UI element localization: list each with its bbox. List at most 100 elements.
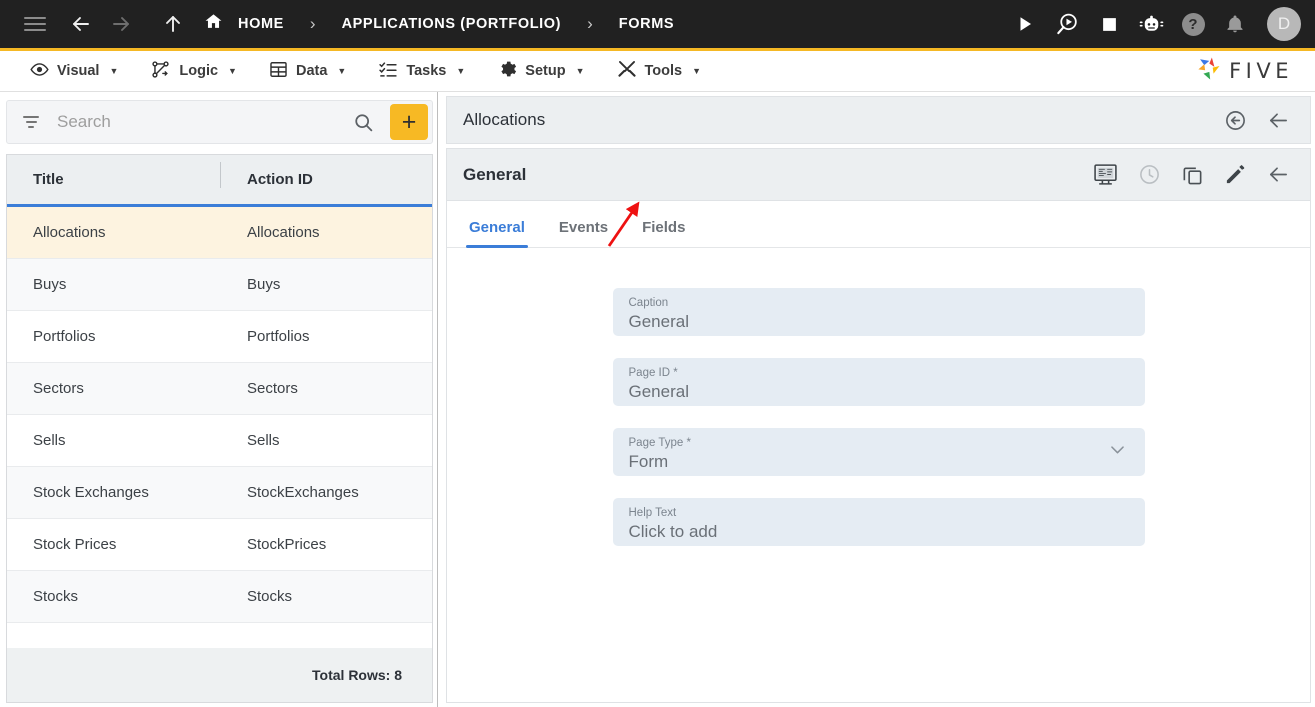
page-title: Allocations bbox=[463, 110, 546, 129]
cell-title: Sectors bbox=[33, 380, 84, 397]
hamburger-menu-icon[interactable] bbox=[18, 7, 52, 41]
chevron-down-icon: ▼ bbox=[575, 66, 585, 76]
forms-list-panel: + Title Action ID Allocations Allocation… bbox=[0, 92, 438, 707]
field-value-page-type: Form bbox=[628, 452, 669, 471]
table-row[interactable]: Allocations Allocations bbox=[7, 207, 432, 259]
forms-grid: Title Action ID Allocations Allocations … bbox=[6, 154, 433, 703]
table-row[interactable]: Portfolios Portfolios bbox=[7, 311, 432, 363]
table-row[interactable]: Sectors Sectors bbox=[7, 363, 432, 415]
history-clock-icon[interactable] bbox=[1138, 163, 1161, 186]
grid-footer: Total Rows: 8 bbox=[7, 648, 432, 702]
menu-setup[interactable]: Setup ▼ bbox=[481, 51, 600, 91]
field-page-id[interactable]: Page ID * General bbox=[612, 358, 1145, 406]
forward-arrow-icon[interactable] bbox=[104, 7, 138, 41]
table-row[interactable]: Buys Buys bbox=[7, 259, 432, 311]
tab-fields[interactable]: Fields bbox=[642, 219, 685, 247]
cell-action-id: Portfolios bbox=[247, 328, 310, 345]
menu-tasks[interactable]: Tasks ▼ bbox=[362, 51, 481, 91]
debug-search-play-icon[interactable] bbox=[1053, 10, 1081, 38]
menu-visual[interactable]: Visual ▼ bbox=[14, 51, 134, 91]
card-title: General bbox=[463, 164, 527, 184]
home-icon bbox=[204, 12, 223, 36]
cell-title: Stock Exchanges bbox=[33, 484, 149, 501]
chevron-down-icon[interactable] bbox=[1108, 440, 1127, 464]
breadcrumb-item-home[interactable]: HOME bbox=[204, 12, 290, 36]
menu-data[interactable]: Data ▼ bbox=[253, 51, 362, 91]
brand-name: FIVE bbox=[1229, 59, 1293, 83]
checklist-icon bbox=[378, 60, 398, 83]
field-label-page-type: Page Type * bbox=[628, 437, 691, 449]
menu-label-data: Data bbox=[295, 63, 328, 79]
field-page-type[interactable]: Page Type * Form bbox=[612, 428, 1145, 476]
up-arrow-icon[interactable] bbox=[156, 7, 190, 41]
table-icon bbox=[269, 60, 288, 83]
field-help-text[interactable]: Help Text Click to add bbox=[612, 498, 1145, 546]
breadcrumb-separator: › bbox=[309, 14, 316, 33]
breadcrumb-item-forms[interactable]: FORMS bbox=[613, 16, 680, 32]
field-label-help-text: Help Text bbox=[628, 507, 677, 519]
breadcrumb-label-home: HOME bbox=[238, 16, 284, 32]
five-pinwheel-icon bbox=[1195, 55, 1222, 87]
help-icon[interactable]: ? bbox=[1179, 10, 1207, 38]
chevron-down-icon: ▼ bbox=[692, 66, 702, 76]
table-row-empty bbox=[7, 623, 432, 648]
notifications-bell-icon[interactable] bbox=[1221, 10, 1249, 38]
card-tabs: General Events Fields bbox=[447, 201, 1310, 248]
table-row[interactable]: Stock Prices StockPrices bbox=[7, 519, 432, 571]
total-rows-label: Total Rows: 8 bbox=[312, 667, 402, 683]
bot-assistant-icon[interactable] bbox=[1137, 10, 1165, 38]
menu-tools[interactable]: Tools ▼ bbox=[601, 51, 718, 91]
breadcrumb: HOME › APPLICATIONS (PORTFOLIO) › FORMS bbox=[204, 12, 680, 36]
stop-square-icon[interactable] bbox=[1095, 10, 1123, 38]
back-arrow-icon[interactable] bbox=[1267, 163, 1290, 186]
chevron-down-icon: ▼ bbox=[337, 66, 347, 76]
application-menu-bar: Visual ▼ Logic ▼ Data ▼ Tasks ▼ Setup ▼ bbox=[0, 48, 1315, 92]
cell-action-id: Allocations bbox=[247, 224, 320, 241]
menu-label-tools: Tools bbox=[644, 63, 683, 79]
form-detail-panel: Allocations General General Events Field… bbox=[438, 92, 1315, 707]
cell-action-id: Sectors bbox=[247, 380, 298, 397]
menu-label-tasks: Tasks bbox=[406, 63, 447, 79]
filter-icon[interactable] bbox=[21, 116, 41, 128]
detail-panel-header: Allocations bbox=[446, 96, 1311, 144]
table-row[interactable]: Stocks Stocks bbox=[7, 571, 432, 623]
field-caption[interactable]: Caption General bbox=[612, 288, 1145, 336]
cell-action-id: Sells bbox=[247, 432, 280, 449]
back-arrow-icon[interactable] bbox=[1267, 109, 1290, 132]
column-header-title[interactable]: Title bbox=[7, 162, 221, 188]
back-arrow-icon[interactable] bbox=[64, 7, 98, 41]
detail-header-actions bbox=[1224, 109, 1290, 132]
five-logo: FIVE bbox=[1195, 55, 1293, 87]
edit-pencil-icon[interactable] bbox=[1224, 163, 1247, 186]
breadcrumb-separator: › bbox=[587, 14, 593, 33]
search-icon[interactable] bbox=[346, 112, 380, 133]
cell-action-id: StockPrices bbox=[247, 536, 327, 553]
help-question-glyph: ? bbox=[1181, 12, 1205, 36]
menu-label-setup: Setup bbox=[525, 63, 566, 79]
eye-icon bbox=[30, 60, 49, 83]
revert-circle-arrow-icon[interactable] bbox=[1224, 109, 1247, 132]
cell-title: Buys bbox=[33, 276, 67, 293]
tools-icon bbox=[617, 59, 637, 83]
duplicate-copy-icon[interactable] bbox=[1181, 163, 1204, 186]
breadcrumb-item-applications[interactable]: APPLICATIONS (PORTFOLIO) bbox=[336, 16, 568, 32]
general-card: General General Events Fields Caption Ge… bbox=[446, 148, 1311, 703]
workspace: + Title Action ID Allocations Allocation… bbox=[0, 92, 1315, 707]
field-value-page-id: General bbox=[628, 382, 689, 401]
tab-general[interactable]: General bbox=[466, 219, 528, 248]
preview-monitor-icon[interactable] bbox=[1093, 162, 1118, 187]
chevron-down-icon: ▼ bbox=[109, 66, 119, 76]
menu-logic[interactable]: Logic ▼ bbox=[134, 51, 253, 91]
cell-title: Stocks bbox=[33, 588, 79, 605]
tab-events[interactable]: Events bbox=[559, 219, 608, 247]
cell-action-id: Buys bbox=[247, 276, 281, 293]
run-play-icon[interactable] bbox=[1011, 10, 1039, 38]
column-header-action-id[interactable]: Action ID bbox=[221, 171, 313, 188]
history-navigation-group bbox=[64, 7, 190, 41]
table-row[interactable]: Stock Exchanges StockExchanges bbox=[7, 467, 432, 519]
table-row[interactable]: Sells Sells bbox=[7, 415, 432, 467]
search-input[interactable] bbox=[57, 112, 346, 132]
cell-title: Allocations bbox=[33, 224, 106, 241]
add-form-button[interactable]: + bbox=[390, 104, 428, 140]
user-avatar[interactable]: D bbox=[1267, 7, 1301, 41]
